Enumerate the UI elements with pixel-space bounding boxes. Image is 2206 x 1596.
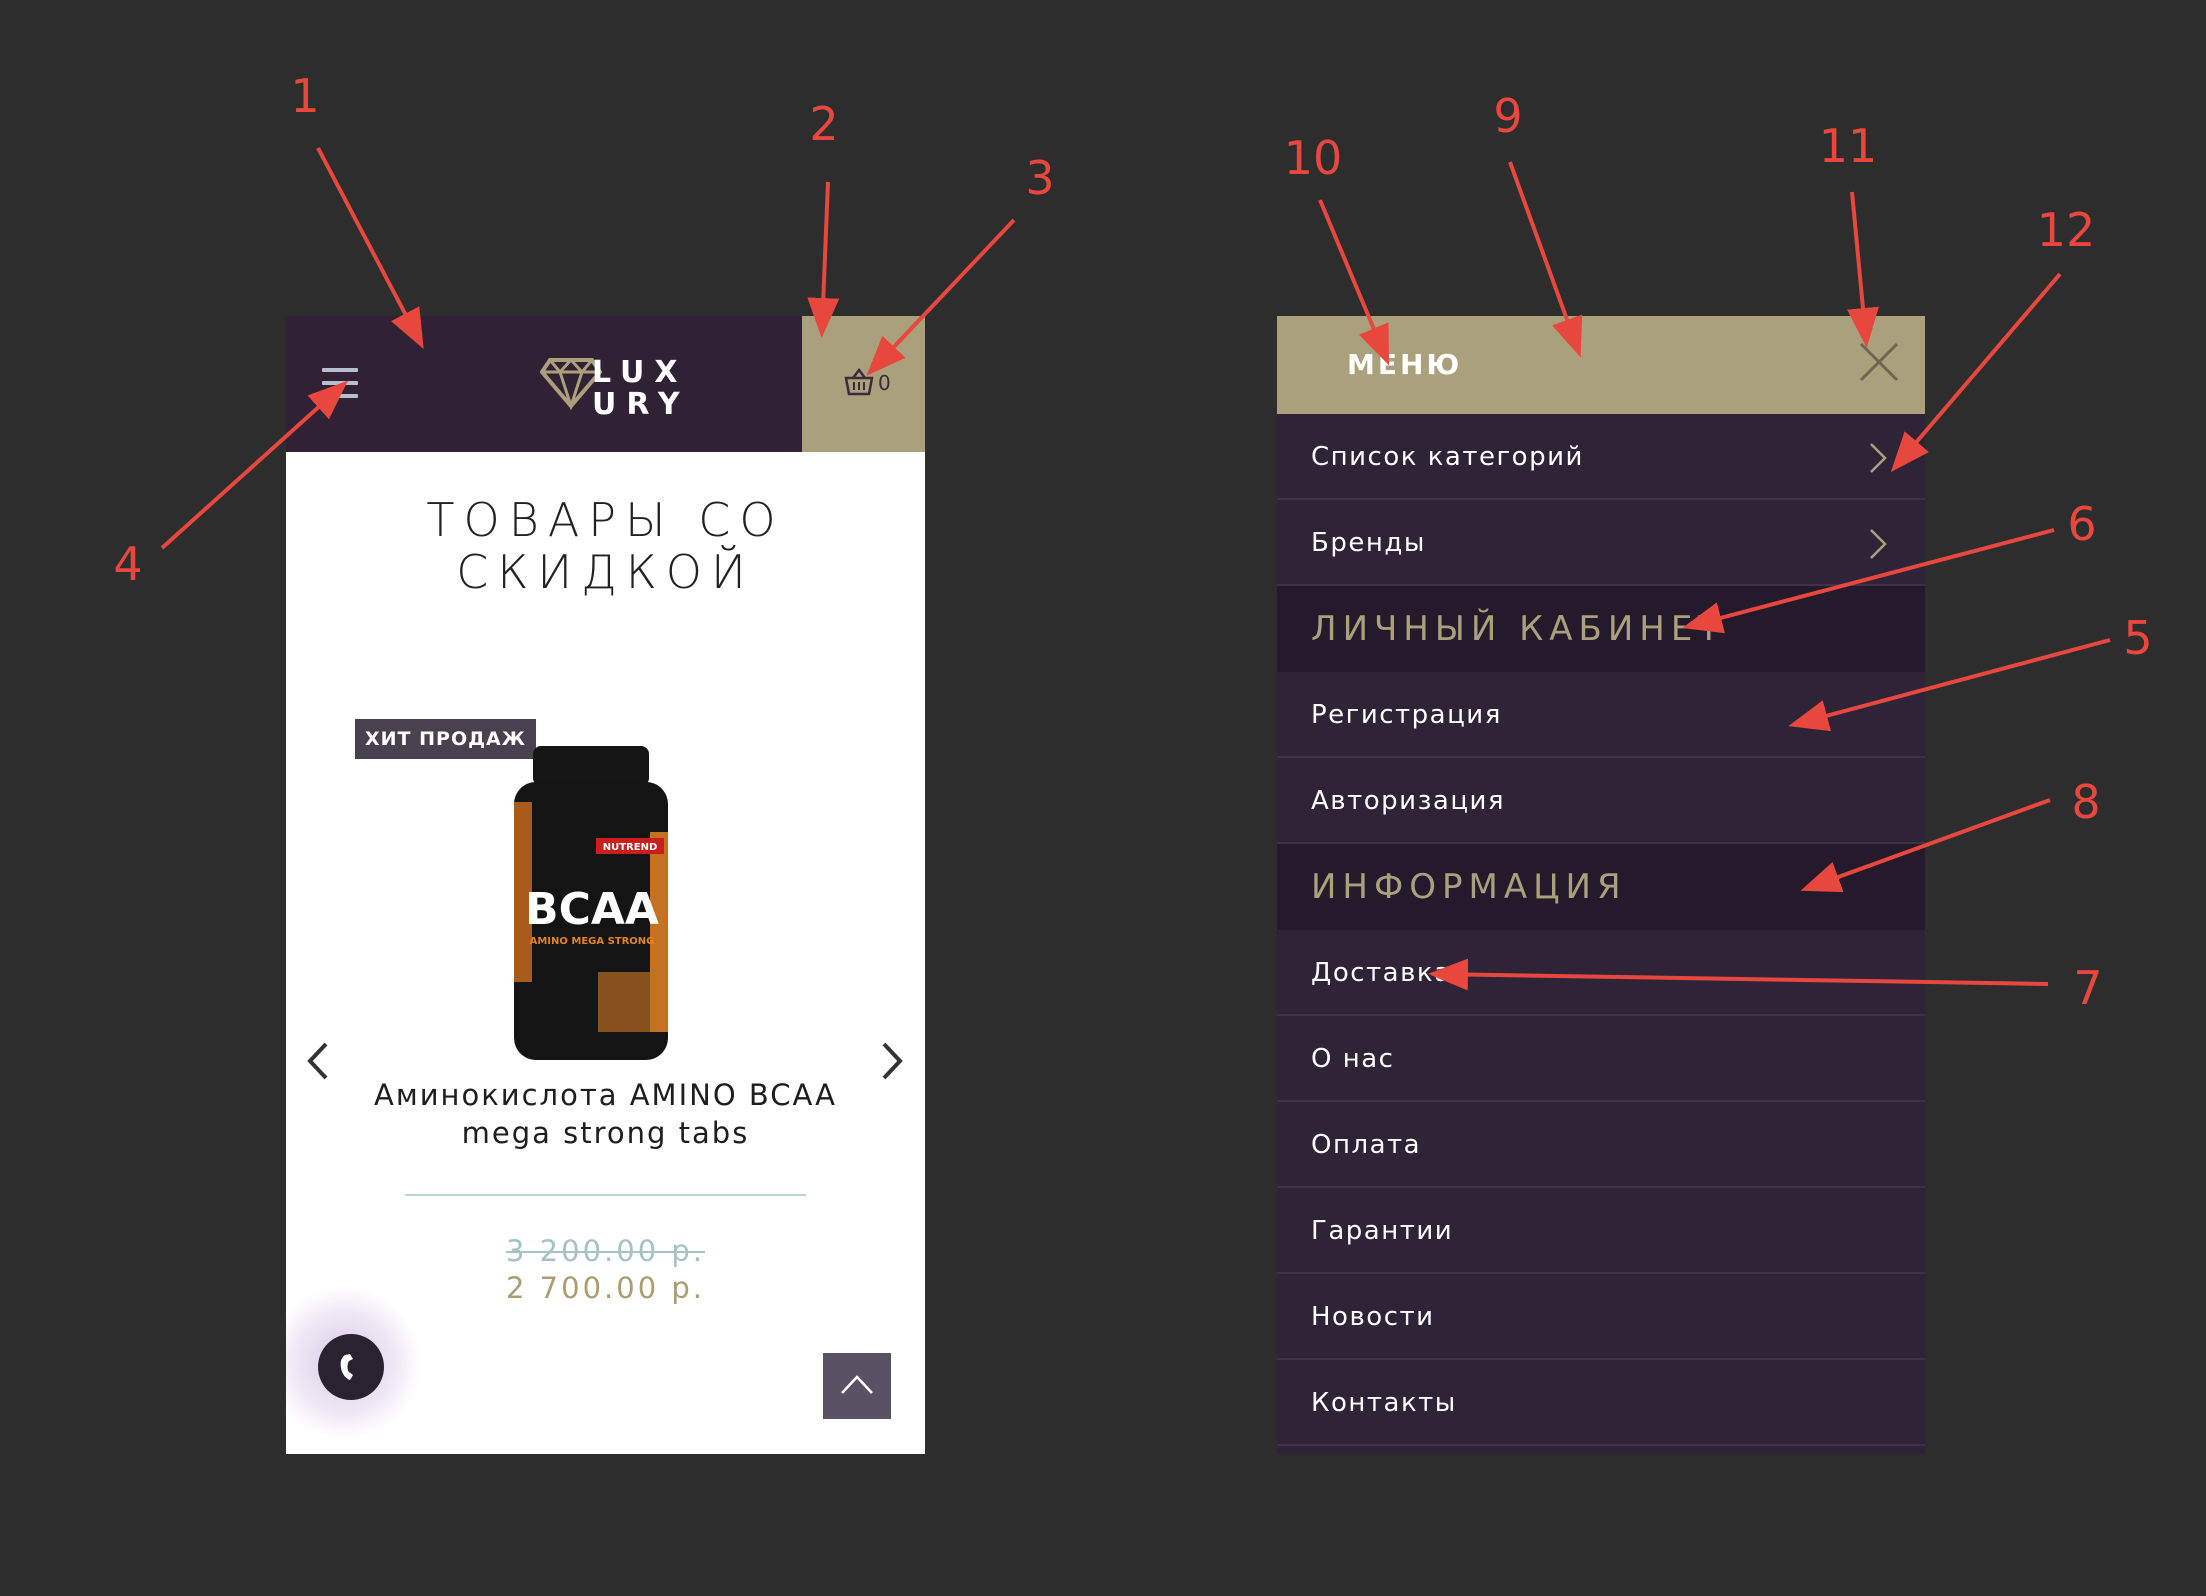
- menu-item-label: Бренды: [1311, 528, 1426, 558]
- menu-item-delivery[interactable]: Доставка: [1277, 930, 1925, 1016]
- call-button[interactable]: [318, 1334, 384, 1400]
- annotation-arrow: [316, 147, 424, 350]
- chevron-up-icon: [841, 1375, 873, 1394]
- menu-item-news[interactable]: Новости: [1277, 1274, 1925, 1360]
- discount-products-section: ТОВАРЫ СО СКИДКОЙ ХИТ ПРОДАЖ NUTREND BCA…: [286, 452, 925, 1454]
- menu-header: МЕНЮ: [1277, 316, 1925, 414]
- menu-section-label: ЛИЧНЫЙ КАБИНЕТ: [1311, 609, 1726, 649]
- menu-section-account: ЛИЧНЫЙ КАБИНЕТ: [1277, 586, 1925, 672]
- close-icon[interactable]: [1857, 340, 1901, 384]
- mobile-product-page: LUX URY 0 ТОВАРЫ СО СКИДКОЙ ХИТ ПРОДАЖ N…: [286, 316, 925, 1454]
- logo-text-line1: LUX: [592, 355, 688, 390]
- menu-item-label: Гарантии: [1311, 1216, 1454, 1246]
- annotation-number-10: 10: [1283, 131, 1343, 185]
- new-price: 2 700.00 р.: [506, 1271, 705, 1305]
- annotation-number-11: 11: [1818, 119, 1878, 173]
- menu-item-guarantees[interactable]: Гарантии: [1277, 1188, 1925, 1274]
- price-divider: [405, 1194, 806, 1196]
- annotation-number-6: 6: [2067, 497, 2097, 551]
- chevron-right-icon[interactable]: [1867, 441, 1889, 475]
- menu-item-brands[interactable]: Бренды: [1277, 500, 1925, 586]
- scroll-to-top-button[interactable]: [823, 1353, 891, 1419]
- menu-item-label: О нас: [1311, 1044, 1395, 1074]
- chevron-right-icon[interactable]: [1867, 527, 1889, 561]
- side-menu-panel: МЕНЮ Список категорий Бренды ЛИЧНЫЙ КАБИ…: [1277, 316, 1925, 1454]
- old-price: 3 200.00 р.: [506, 1234, 705, 1268]
- menu-item-label: Доставка: [1311, 958, 1452, 988]
- menu-title: МЕНЮ: [1347, 348, 1463, 381]
- product-image-subtitle: AMINO MEGA STRONG: [530, 936, 655, 947]
- menu-item-categories[interactable]: Список категорий: [1277, 414, 1925, 500]
- annotation-number-5: 5: [2123, 611, 2153, 665]
- menu-item-label: Авторизация: [1311, 786, 1506, 816]
- section-title: ТОВАРЫ СО СКИДКОЙ: [426, 493, 785, 599]
- menu-section-info: ИНФОРМАЦИЯ: [1277, 844, 1925, 930]
- menu-item-about[interactable]: О нас: [1277, 1016, 1925, 1102]
- site-logo[interactable]: LUX URY: [540, 344, 680, 424]
- product-name[interactable]: Аминокислота AMINO BCAA mega strong tabs: [326, 1076, 885, 1152]
- menu-item-label: Список категорий: [1311, 442, 1584, 472]
- logo-text-line2: URY: [592, 387, 690, 422]
- hamburger-menu-icon[interactable]: [322, 368, 358, 398]
- menu-item-login[interactable]: Авторизация: [1277, 758, 1925, 844]
- menu-section-label: ИНФОРМАЦИЯ: [1311, 867, 1627, 907]
- product-image-brand: NUTREND: [603, 842, 658, 853]
- annotation-number-12: 12: [2036, 203, 2096, 257]
- menu-item-payment[interactable]: Оплата: [1277, 1102, 1925, 1188]
- annotation-number-4: 4: [113, 537, 143, 591]
- phone-icon: [340, 1354, 353, 1380]
- basket-icon: [844, 368, 874, 396]
- annotation-number-9: 9: [1493, 89, 1523, 143]
- product-image[interactable]: NUTREND BCAA AMINO MEGA STRONG: [508, 742, 674, 1062]
- product-image-label: BCAA: [525, 884, 659, 935]
- annotation-number-2: 2: [809, 97, 839, 151]
- menu-item-contacts[interactable]: Контакты: [1277, 1360, 1925, 1446]
- menu-item-label: Новости: [1311, 1302, 1435, 1332]
- site-header: LUX URY 0: [286, 316, 925, 452]
- cart-count: 0: [878, 371, 891, 395]
- menu-item-label: Контакты: [1311, 1388, 1457, 1418]
- menu-item-label: Оплата: [1311, 1130, 1422, 1160]
- menu-item-registration[interactable]: Регистрация: [1277, 672, 1925, 758]
- annotation-number-8: 8: [2071, 775, 2101, 829]
- cart-button[interactable]: 0: [802, 316, 925, 452]
- annotation-number-1: 1: [290, 69, 320, 123]
- annotation-number-7: 7: [2073, 961, 2103, 1015]
- annotation-arrow: [807, 181, 840, 338]
- menu-item-label: Регистрация: [1311, 700, 1502, 730]
- annotation-number-3: 3: [1025, 151, 1055, 205]
